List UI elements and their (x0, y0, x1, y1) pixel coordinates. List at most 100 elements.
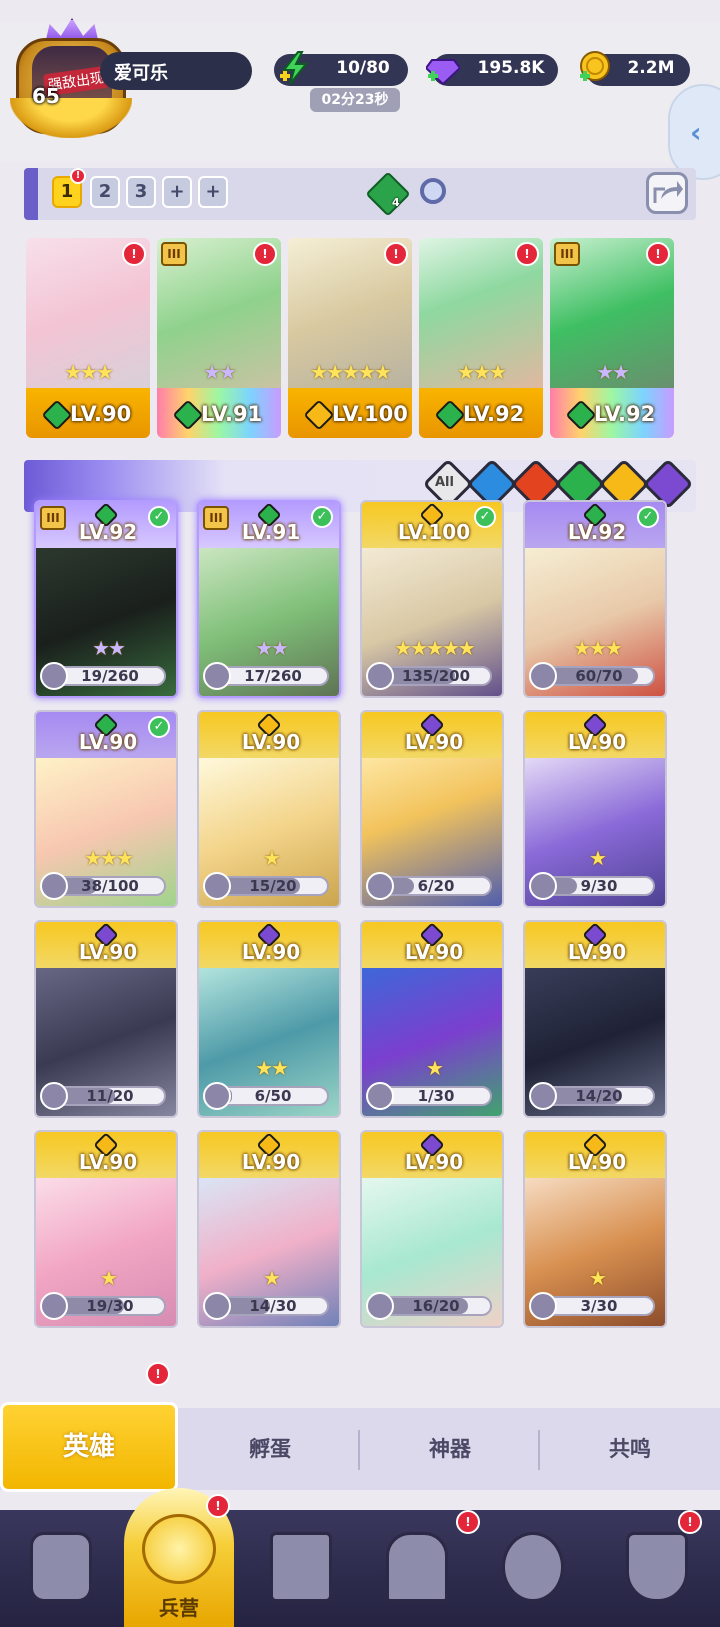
roster-hero-card[interactable]: LV.100 ✓ ★★★★★ 135/200 (360, 500, 504, 698)
star-rating: ★★ (92, 636, 126, 660)
roster-hero-card[interactable]: LV.92 ✓ ★★★ 60/70 (523, 500, 667, 698)
shard-progress-bar: 17/260 (217, 666, 329, 686)
star-rating: ★ (100, 1266, 118, 1290)
alert-icon: ! (515, 242, 539, 266)
tier-badge: III (40, 506, 66, 530)
energy-icon (280, 51, 309, 85)
nav-guild-button[interactable] (612, 1522, 702, 1612)
team-slot-add-1[interactable]: + (162, 176, 192, 208)
energy-timer: 02分23秒 (310, 88, 400, 112)
shard-progress-text: 3/30 (580, 1297, 618, 1315)
shard-bag-icon (203, 1082, 231, 1110)
star-rating: ★★★ (457, 360, 507, 384)
shard-progress-bar: 15/20 (217, 876, 329, 896)
shard-progress-bar: 11/20 (54, 1086, 166, 1106)
map-icon (270, 1532, 332, 1602)
alert-icon: ! (122, 242, 146, 266)
team-slot-add-2[interactable]: + (198, 176, 228, 208)
team-hero-card[interactable]: LV.90 ★★★! (26, 238, 150, 438)
hero-level: LV.92 (463, 402, 525, 426)
star-rating: ★ (426, 1056, 444, 1080)
hero-level: LV.90 (241, 940, 301, 964)
star-rating: ★★ (255, 636, 289, 660)
star-rating: ★★★★★ (310, 360, 392, 384)
roster-hero-card[interactable]: LV.90 ★★ 6/50 (197, 920, 341, 1118)
tab-artifacts[interactable]: 神器 (360, 1408, 540, 1490)
hero-level: LV.90 (78, 1150, 138, 1174)
alert-icon: ! (646, 242, 670, 266)
player-name: 爱可乐 (114, 63, 168, 84)
team-hero-card[interactable]: LV.100 ★★★★★! (288, 238, 412, 438)
team-slot-2[interactable]: 2 (90, 176, 120, 208)
tab-heroes[interactable]: 英雄 (0, 1402, 178, 1492)
roster-hero-card[interactable]: LV.90 ★ 19/30 (34, 1130, 178, 1328)
roster-hero-card[interactable]: LV.90 ★ 3/30 (523, 1130, 667, 1328)
shard-progress-bar: 6/50 (217, 1086, 329, 1106)
player-level: 65 (32, 84, 60, 108)
star-rating: ★★★ (64, 360, 114, 384)
shard-progress-text: 11/20 (86, 1087, 134, 1105)
castle-icon (386, 1532, 448, 1602)
shard-progress-bar: 16/20 (380, 1296, 492, 1316)
shard-progress-bar: 1/30 (380, 1086, 492, 1106)
star-rating: ★ (263, 846, 281, 870)
gold-coin-icon (580, 51, 610, 81)
shard-progress-bar: 6/20 (380, 876, 492, 896)
roster-hero-card[interactable]: LV.91 III ✓ ★★ 17/260 (197, 500, 341, 698)
hero-level: LV.90 (567, 730, 627, 754)
roster-hero-card[interactable]: LV.92 III ✓ ★★ 19/260 (34, 500, 178, 698)
tier-badge: III (554, 242, 580, 266)
shard-progress-text: 19/260 (81, 667, 139, 685)
check-icon: ✓ (311, 506, 333, 528)
nav-summon-button[interactable] (488, 1522, 578, 1612)
tab-hatch[interactable]: 孵蛋 (180, 1408, 360, 1490)
hero-level: LV.90 (567, 1150, 627, 1174)
alert-icon: ! (253, 242, 277, 266)
shard-progress-text: 1/30 (417, 1087, 455, 1105)
roster-hero-card[interactable]: LV.90 ★ 14/30 (197, 1130, 341, 1328)
heroes-alert-icon: ! (146, 1362, 170, 1386)
shard-progress-text: 14/30 (249, 1297, 297, 1315)
roster-hero-card[interactable]: LV.90 16/20 (360, 1130, 504, 1328)
shard-bag-icon (40, 1082, 68, 1110)
barracks-icon (142, 1514, 216, 1584)
roster-hero-card[interactable]: LV.90 ★ 1/30 (360, 920, 504, 1118)
shard-bag-icon (366, 872, 394, 900)
nav-castle-button[interactable] (372, 1522, 462, 1612)
shard-bag-icon (529, 1292, 557, 1320)
guild-banner-icon (626, 1532, 688, 1602)
roster-hero-card[interactable]: LV.90 ✓ ★★★ 38/100 (34, 710, 178, 908)
shard-bag-icon (40, 662, 68, 690)
check-icon: ✓ (474, 506, 496, 528)
hero-level: LV.91 (201, 402, 263, 426)
star-rating: ★★★ (573, 636, 623, 660)
roster-hero-card[interactable]: LV.90 14/20 (523, 920, 667, 1118)
star-rating: ★★★ (84, 846, 134, 870)
hero-level: LV.90 (70, 402, 132, 426)
castle-alert-icon: ! (456, 1510, 480, 1534)
team-slot-3[interactable]: 3 (126, 176, 156, 208)
shard-progress-text: 38/100 (81, 877, 139, 895)
roster-hero-card[interactable]: LV.90 ★ 9/30 (523, 710, 667, 908)
star-rating: ★★ (203, 360, 237, 384)
roster-hero-card[interactable]: LV.90 ★ 15/20 (197, 710, 341, 908)
nav-cards-button[interactable] (16, 1522, 106, 1612)
nav-map-button[interactable] (256, 1522, 346, 1612)
alert-icon: ! (70, 168, 86, 184)
team-hero-card[interactable]: LV.91 ★★! III (157, 238, 281, 438)
shard-bag-icon (529, 872, 557, 900)
shard-progress-text: 6/50 (254, 1087, 292, 1105)
tab-resonance[interactable]: 共鸣 (540, 1408, 720, 1490)
roster-hero-card[interactable]: LV.90 6/20 (360, 710, 504, 908)
shard-bag-icon (40, 872, 68, 900)
team-hero-card[interactable]: LV.92 ★★★! (419, 238, 543, 438)
search-icon[interactable] (420, 178, 446, 204)
share-icon[interactable] (646, 172, 688, 214)
team-bar (24, 168, 696, 220)
hero-level: LV.90 (78, 940, 138, 964)
diamond-icon (426, 59, 460, 86)
team-hero-card[interactable]: LV.92 ★★! III (550, 238, 674, 438)
roster-hero-card[interactable]: LV.90 11/20 (34, 920, 178, 1118)
shard-progress-text: 16/20 (412, 1297, 460, 1315)
shard-bag-icon (366, 1292, 394, 1320)
